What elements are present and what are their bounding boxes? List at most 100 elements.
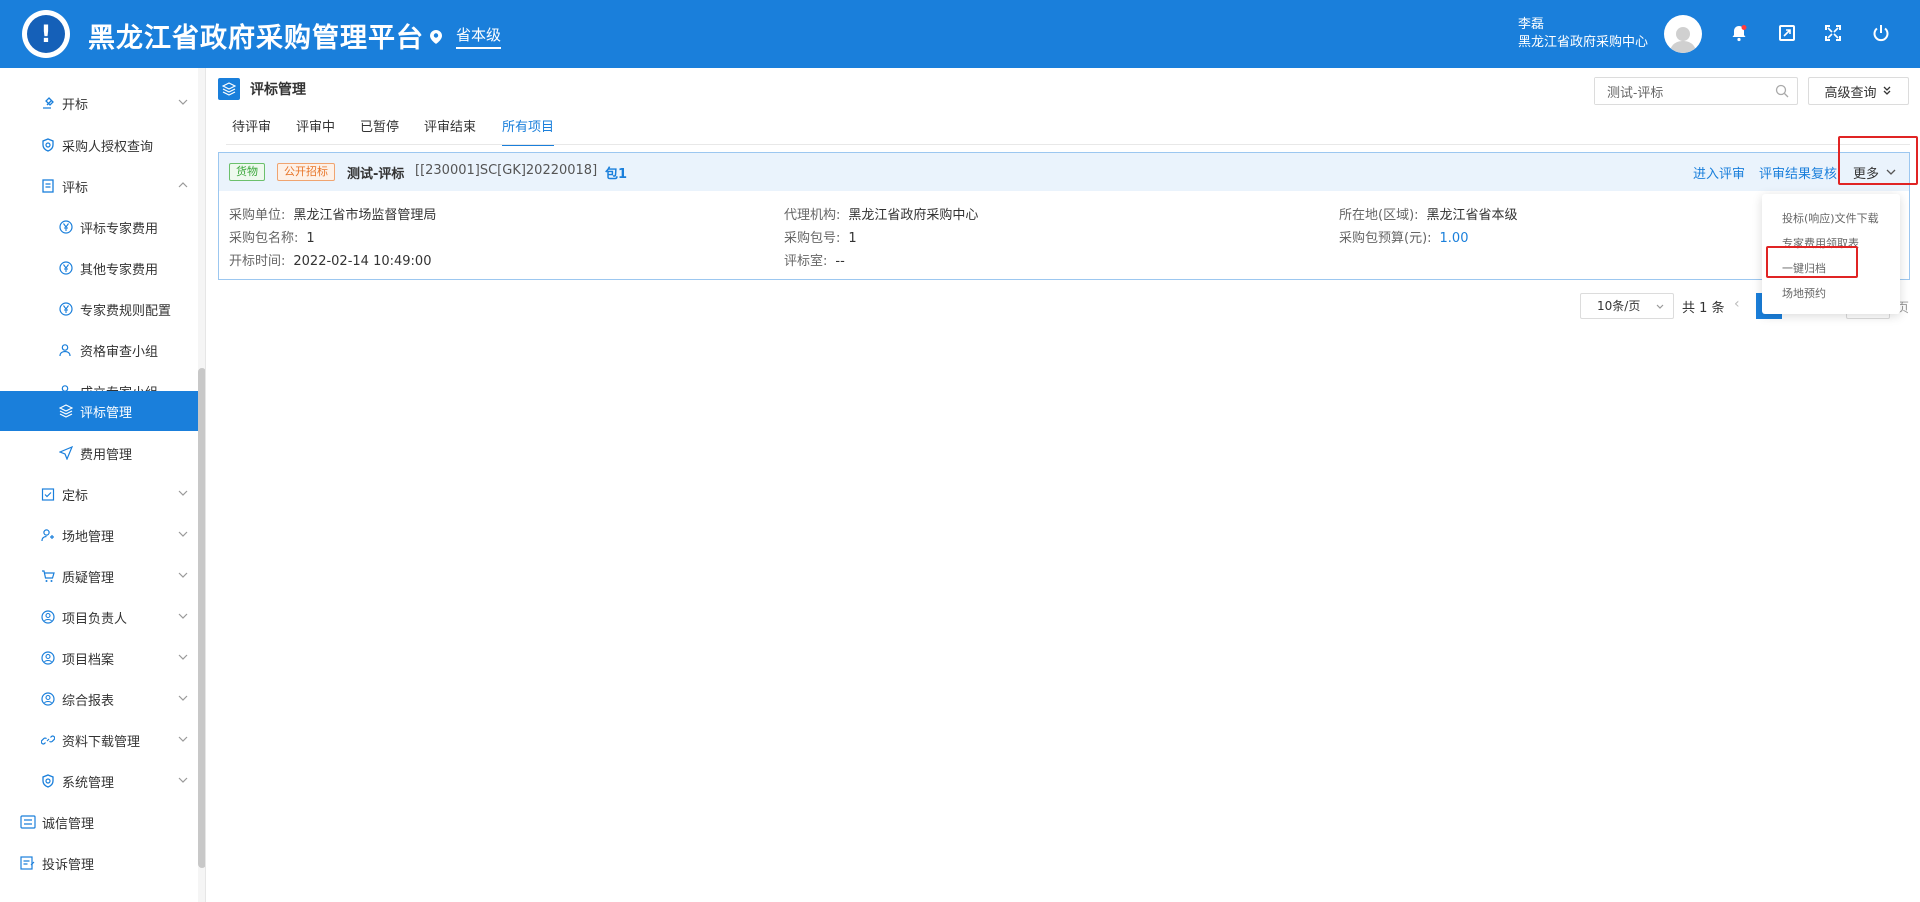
location-pin-icon: [430, 29, 442, 44]
review-recheck-link[interactable]: 评审结果复核: [1759, 163, 1837, 182]
search-icon[interactable]: [1775, 84, 1789, 98]
sidebar-item-evaluation-management[interactable]: 评标管理: [0, 391, 198, 431]
user-group-icon: [58, 342, 74, 358]
chevron-down-icon: [178, 654, 188, 660]
page-title: 评标管理: [250, 82, 306, 98]
sidebar-item-label: 系统管理: [62, 775, 115, 791]
power-icon[interactable]: [1870, 22, 1892, 44]
package-name-field: 采购包名称: 1: [229, 227, 315, 246]
sidebar-item-other-expert-fee[interactable]: 其他专家费用: [0, 248, 198, 288]
prev-page-icon[interactable]: ‹: [1734, 296, 1740, 312]
project-card: 货物 公开招标 测试-评标 [[230001]SC[GK]20220018] 包…: [218, 152, 1910, 280]
yen-icon: [58, 301, 74, 317]
menu-item-venue-booking[interactable]: 场地预约: [1782, 285, 1826, 301]
region-label[interactable]: 省本级: [456, 24, 502, 49]
user-venue-icon: [40, 527, 56, 543]
sidebar-item-label: 评标: [62, 180, 89, 196]
chevron-down-icon: [178, 531, 188, 537]
link-icon: [40, 732, 56, 748]
user-circle-icon: [40, 691, 56, 707]
app-title: 黑龙江省政府采购管理平台: [88, 23, 424, 54]
tab-finished[interactable]: 评审结束: [424, 116, 476, 146]
tab-in-review[interactable]: 评审中: [296, 116, 335, 146]
sidebar-item-label: 场地管理: [62, 529, 115, 545]
sidebar-item-purchaser-auth[interactable]: 采购人授权查询: [0, 125, 198, 165]
tab-all-projects[interactable]: 所有项目: [502, 116, 555, 146]
open-time-field: 开标时间: 2022-02-14 10:49:00: [229, 250, 431, 269]
sidebar-item-label: 资格审查小组: [80, 344, 159, 360]
field-value: 黑龙江省省本级: [1426, 208, 1518, 223]
enter-review-link[interactable]: 进入评审: [1693, 163, 1745, 182]
field-label: 采购包预算(元):: [1339, 231, 1432, 246]
advanced-query-label: 高级查询: [1824, 85, 1877, 101]
chevron-down-icon: [1656, 304, 1664, 309]
field-label: 所在地(区域):: [1339, 208, 1419, 223]
user-circle-icon: [40, 609, 56, 625]
search-input[interactable]: [1595, 78, 1765, 104]
sidebar-item-qualification-group[interactable]: 资格审查小组: [0, 330, 198, 370]
yen-icon: [58, 219, 74, 235]
page-size-select[interactable]: 10条/页: [1580, 293, 1674, 319]
sidebar-item-label: 专家费规则配置: [80, 303, 172, 319]
menu-item-file-download[interactable]: 投标(响应)文件下载: [1782, 210, 1879, 226]
sidebar-item-label: 诚信管理: [42, 816, 95, 832]
sidebar-item-system[interactable]: 系统管理: [0, 761, 198, 801]
sidebar-scrollbar-thumb[interactable]: [198, 368, 205, 868]
platform-logo: !: [22, 10, 70, 58]
sidebar-item-venue[interactable]: 场地管理: [0, 515, 198, 555]
sidebar-item-label: 评标专家费用: [80, 221, 159, 237]
search-box[interactable]: [1594, 77, 1798, 105]
sidebar-item-label: 费用管理: [80, 447, 133, 463]
doc-review-icon: [40, 178, 56, 194]
calendar-check-icon: [40, 486, 56, 502]
sidebar-item-label: 其他专家费用: [80, 262, 159, 278]
chevron-down-icon: [178, 613, 188, 619]
sidebar-item-inquiry[interactable]: 质疑管理: [0, 556, 198, 596]
menu-item-one-click-archive[interactable]: 一键归档: [1782, 260, 1826, 276]
chevron-down-icon: [178, 99, 188, 105]
project-name: 测试-评标: [347, 167, 405, 182]
sidebar-item-downloads[interactable]: 资料下载管理: [0, 720, 198, 760]
form-icon: [20, 855, 36, 871]
sidebar-item-evaluation[interactable]: 评标: [0, 166, 198, 206]
field-label: 采购包名称:: [229, 231, 299, 246]
sidebar-item-credit[interactable]: 诚信管理: [0, 802, 198, 842]
sidebar-item-expert-fee[interactable]: 评标专家费用: [0, 207, 198, 247]
cart-icon: [40, 568, 56, 584]
chevron-up-icon: [178, 182, 188, 188]
sidebar-item-project-archive[interactable]: 项目档案: [0, 638, 198, 678]
sidebar-item-reports[interactable]: 综合报表: [0, 679, 198, 719]
tab-pending[interactable]: 待评审: [232, 116, 271, 146]
send-icon: [58, 445, 74, 461]
yen-icon: [58, 260, 74, 276]
field-label: 采购包号:: [784, 231, 841, 246]
project-code: [[230001]SC[GK]20220018]: [415, 163, 598, 178]
menu-item-expert-fee-sheet[interactable]: 专家费用领取表: [1782, 235, 1859, 251]
sidebar-item-fee-management[interactable]: 费用管理: [0, 433, 198, 473]
sidebar-item-project-leader[interactable]: 项目负责人: [0, 597, 198, 637]
tab-paused[interactable]: 已暂停: [360, 116, 399, 146]
advanced-query-button[interactable]: 高级查询: [1808, 77, 1909, 105]
shield-icon: [40, 773, 56, 789]
chevron-down-icon: [178, 490, 188, 496]
bell-icon[interactable]: [1728, 22, 1750, 44]
sidebar-item-fee-rules[interactable]: 专家费规则配置: [0, 289, 198, 329]
more-dropdown-menu: 投标(响应)文件下载 专家费用领取表 一键归档 场地预约: [1762, 194, 1900, 314]
procurement-method-tag: 公开招标: [277, 163, 335, 181]
region-selector[interactable]: 省本级: [430, 24, 502, 49]
sidebar-item-award[interactable]: 定标: [0, 474, 198, 514]
field-value: 2022-02-14 10:49:00: [293, 254, 432, 269]
field-value: 1: [848, 231, 857, 246]
shield-check-icon: [40, 137, 56, 153]
avatar[interactable]: [1664, 15, 1702, 53]
double-chevron-down-icon: [1883, 86, 1890, 95]
field-value: --: [835, 254, 845, 269]
field-label: 开标时间:: [229, 254, 286, 269]
more-button[interactable]: 更多: [1845, 156, 1905, 188]
user-avatar-icon: [1670, 27, 1696, 53]
sidebar-item-complaint[interactable]: 投诉管理: [0, 843, 198, 883]
field-label: 评标室:: [784, 254, 828, 269]
screen-icon[interactable]: [1776, 22, 1798, 44]
fullscreen-icon[interactable]: [1822, 22, 1844, 44]
sidebar-item-opening[interactable]: 开标: [0, 83, 198, 123]
